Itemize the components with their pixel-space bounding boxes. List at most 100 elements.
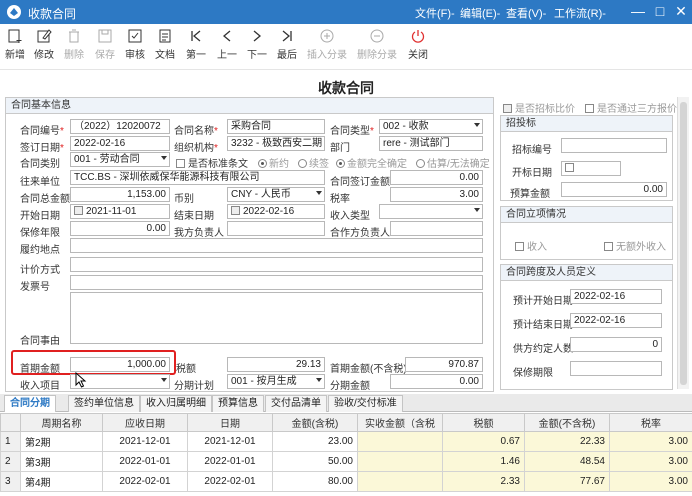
contract-type-select[interactable]: 002 - 收款: [379, 119, 483, 134]
dept-field[interactable]: rere - 测试部门: [379, 136, 483, 151]
amount-cell[interactable]: 80.00: [272, 471, 358, 492]
standard-checkbox[interactable]: 是否标准条文: [176, 155, 248, 170]
table-row[interactable]: 3 第4期 2022-02-01 2022-02-01 80.00 2.33 7…: [0, 471, 692, 492]
start-date-field[interactable]: 2021-11-01: [70, 204, 170, 219]
currency-select[interactable]: CNY - 人民币: [227, 187, 325, 202]
tax-cell[interactable]: 0.67: [442, 431, 525, 452]
tab-acceptance[interactable]: 验收/交付标准: [328, 395, 403, 412]
close-button[interactable]: 关闭: [403, 28, 433, 61]
edit-button[interactable]: 修改: [29, 28, 59, 61]
sign-amount-field[interactable]: 0.00: [390, 170, 483, 185]
end-date-field[interactable]: 2022-02-16: [227, 204, 325, 219]
tab-budget[interactable]: 预算信息: [212, 395, 264, 412]
column-header[interactable]: 应收日期: [102, 413, 188, 432]
notax-cell[interactable]: 22.33: [524, 431, 610, 452]
last-button[interactable]: 最后: [272, 28, 302, 61]
tax-cell[interactable]: 2.33: [442, 471, 525, 492]
period-name-cell[interactable]: 第4期: [20, 471, 103, 492]
plan-end-field[interactable]: 2022-02-16: [570, 313, 662, 328]
minimize-icon[interactable]: —: [630, 3, 646, 19]
period-name-cell[interactable]: 第3期: [20, 451, 103, 472]
insert-row-button[interactable]: 插入分录: [305, 28, 349, 61]
radio-new[interactable]: 新约: [258, 155, 289, 170]
pricing-field[interactable]: [70, 257, 483, 272]
column-header[interactable]: 周期名称: [20, 413, 103, 432]
next-button[interactable]: 下一: [242, 28, 272, 61]
bid-date-field[interactable]: [561, 161, 621, 176]
amount-cell[interactable]: 23.00: [272, 431, 358, 452]
menu-edit[interactable]: 编辑(E)-: [460, 5, 500, 21]
table-row[interactable]: 1 第2期 2021-12-01 2021-12-01 23.00 0.67 2…: [0, 431, 692, 452]
budget-field[interactable]: 0.00: [561, 182, 667, 197]
period-amount-field[interactable]: 1,000.00: [70, 357, 170, 372]
received-cell[interactable]: [357, 431, 443, 452]
period-plan-select[interactable]: 001 - 按月生成: [227, 374, 325, 389]
rate-cell[interactable]: 3.00: [609, 451, 692, 472]
period-name-cell[interactable]: 第2期: [20, 431, 103, 452]
tab-periods[interactable]: 合同分期: [4, 395, 56, 412]
menu-file[interactable]: 文件(F)-: [415, 5, 455, 21]
tab-signing-units[interactable]: 签约单位信息: [68, 395, 140, 412]
column-header[interactable]: 税率: [609, 413, 692, 432]
document-button[interactable]: 文档: [150, 28, 180, 61]
table-row[interactable]: 2 第3期 2022-01-01 2022-01-01 50.00 1.46 4…: [0, 451, 692, 472]
scrollbar-thumb[interactable]: [680, 102, 687, 385]
menu-view[interactable]: 查看(V)-: [506, 5, 546, 21]
category-select[interactable]: 001 - 劳动合同: [70, 152, 170, 167]
due-date-cell[interactable]: 2022-01-01: [102, 451, 188, 472]
bid-no-field[interactable]: [561, 138, 667, 153]
menu-workflow[interactable]: 工作流(R)-: [554, 5, 606, 21]
tab-income-detail[interactable]: 收入归属明细: [140, 395, 212, 412]
income-type-select[interactable]: [379, 204, 483, 219]
notax-cell[interactable]: 48.54: [524, 451, 610, 472]
contract-no-field[interactable]: （2022）12020072: [70, 119, 170, 134]
income-checkbox[interactable]: 收入: [515, 238, 547, 253]
date-cell[interactable]: 2022-01-01: [187, 451, 273, 472]
supplier-count-field[interactable]: 0: [570, 337, 662, 352]
amount-cell[interactable]: 50.00: [272, 451, 358, 472]
period-total-field[interactable]: 0.00: [390, 374, 483, 389]
no-extra-income-checkbox[interactable]: 无额外收入: [604, 238, 666, 253]
received-cell[interactable]: [357, 451, 443, 472]
delete-row-button[interactable]: 删除分录: [355, 28, 399, 61]
due-date-cell[interactable]: 2022-02-01: [102, 471, 188, 492]
sign-date-field[interactable]: 2022-02-16: [70, 136, 170, 151]
approve-button[interactable]: 审核: [120, 28, 150, 61]
tax-cell[interactable]: 1.46: [442, 451, 525, 472]
received-cell[interactable]: [357, 471, 443, 492]
tab-deliverables[interactable]: 交付品清单: [265, 395, 327, 412]
radio-renew[interactable]: 续签: [298, 155, 329, 170]
plan-start-field[interactable]: 2022-02-16: [570, 289, 662, 304]
partner-owner-field[interactable]: [390, 221, 483, 236]
date-cell[interactable]: 2021-12-01: [187, 431, 273, 452]
radio-estimate[interactable]: 估算/无法确定: [416, 155, 490, 170]
org-field[interactable]: 3232 - 极致西安二期: [227, 136, 325, 151]
column-header[interactable]: 金额(不含税): [524, 413, 610, 432]
bid-compare-checkbox[interactable]: 是否招标比价: [503, 100, 575, 115]
save-button[interactable]: 保存: [90, 28, 120, 61]
notax-cell[interactable]: 77.67: [524, 471, 610, 492]
warranty-field[interactable]: 0.00: [70, 221, 170, 236]
column-header[interactable]: 实收金额（含税: [357, 413, 443, 432]
delete-button[interactable]: 删除: [59, 28, 89, 61]
column-header[interactable]: 税额: [442, 413, 525, 432]
our-owner-field[interactable]: [227, 221, 325, 236]
scrollbar[interactable]: [677, 97, 689, 389]
location-field[interactable]: [70, 238, 483, 253]
rate-cell[interactable]: 3.00: [609, 471, 692, 492]
close-icon[interactable]: ✕: [673, 3, 689, 19]
date-cell[interactable]: 2022-02-01: [187, 471, 273, 492]
due-date-cell[interactable]: 2021-12-01: [102, 431, 188, 452]
subject-field[interactable]: [70, 292, 483, 344]
new-button[interactable]: 新增: [0, 28, 30, 61]
three-quotes-checkbox[interactable]: 是否通过三方报价: [585, 100, 677, 115]
column-header[interactable]: 日期: [187, 413, 273, 432]
prev-button[interactable]: 上一: [212, 28, 242, 61]
tax-amount-field[interactable]: 29.13: [227, 357, 325, 372]
partner-field[interactable]: TCC.BS - 深圳依威保华能源科技有限公司: [70, 170, 325, 185]
warranty-period-field[interactable]: [570, 361, 662, 376]
period-amount-notax-field[interactable]: 970.87: [405, 357, 483, 372]
radio-amount-fixed[interactable]: 金额完全确定: [336, 155, 407, 170]
rate-cell[interactable]: 3.00: [609, 431, 692, 452]
tax-rate-field[interactable]: 3.00: [390, 187, 483, 202]
